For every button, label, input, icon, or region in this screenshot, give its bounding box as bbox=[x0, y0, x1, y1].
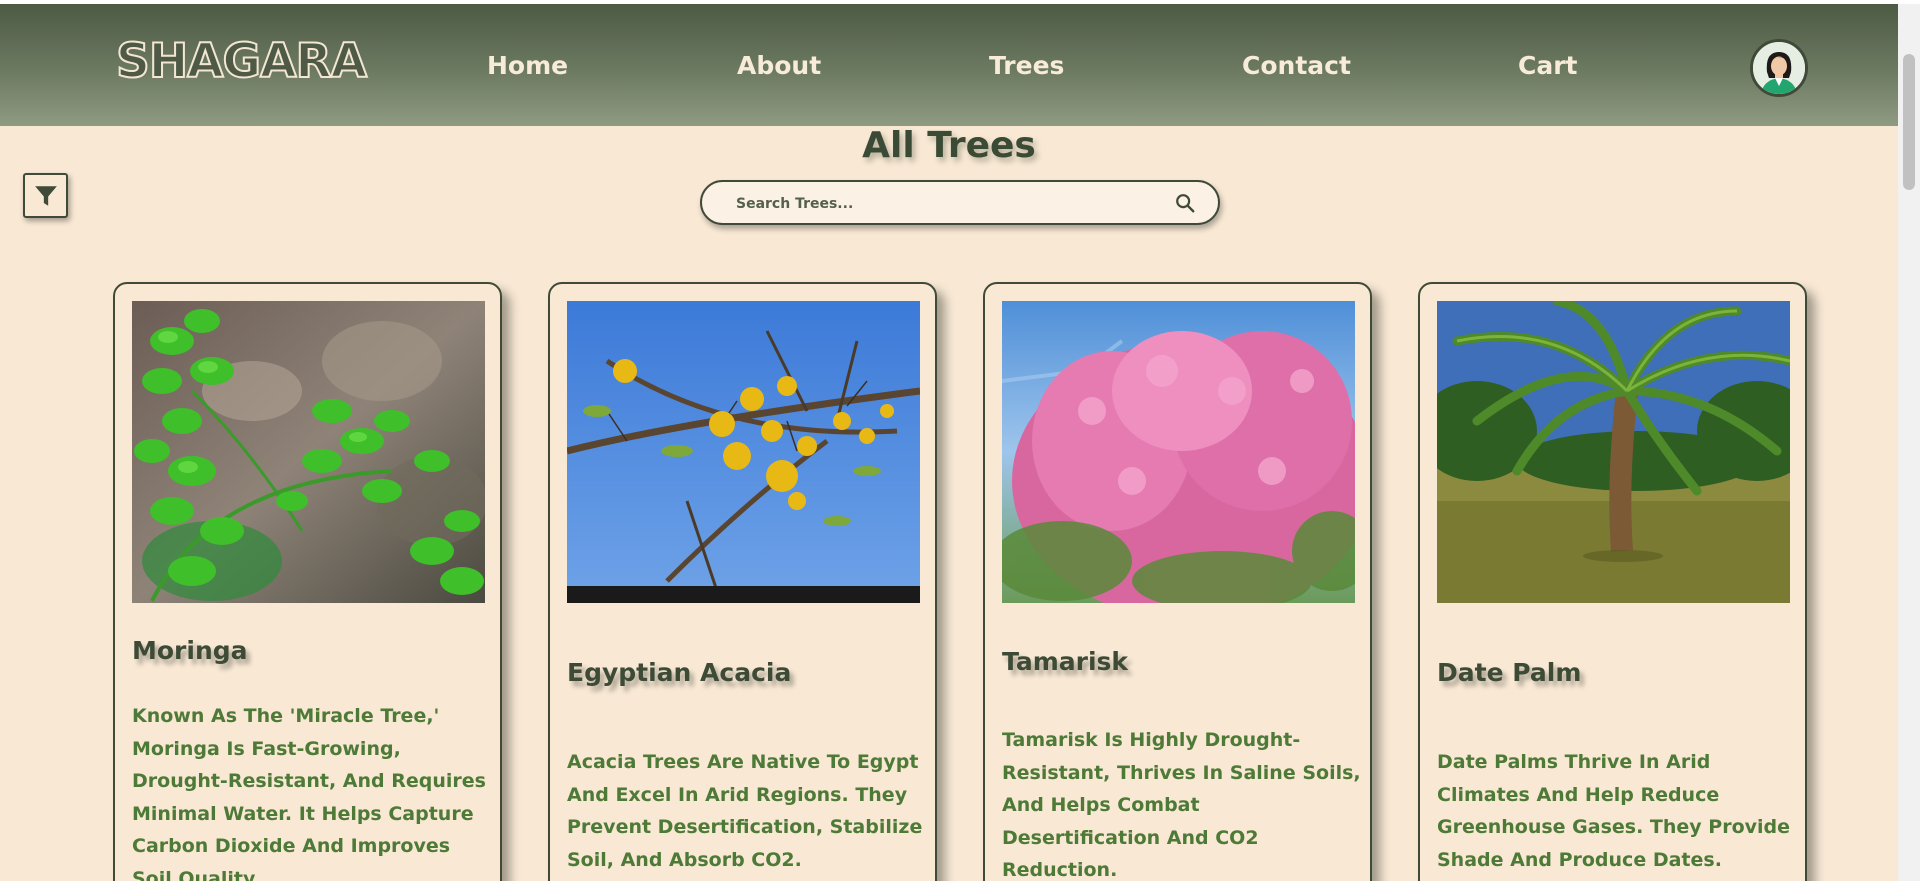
tree-description: Acacia Trees Are Native To Egypt And Exc… bbox=[567, 751, 923, 871]
tamarisk-image bbox=[1002, 301, 1355, 603]
logo[interactable]: SHAGARA bbox=[115, 33, 368, 90]
user-avatar-icon bbox=[1753, 42, 1805, 94]
user-avatar[interactable] bbox=[1750, 39, 1808, 97]
tree-name: Egyptian Acacia bbox=[567, 658, 792, 687]
nav-home[interactable]: Home bbox=[487, 51, 568, 80]
nav-cart[interactable]: Cart bbox=[1518, 51, 1578, 80]
tree-name: Date Palm bbox=[1437, 658, 1582, 687]
page-title: All Trees bbox=[862, 125, 1036, 166]
tree-description: Tamarisk Is Highly Drought-Resistant, Th… bbox=[1002, 729, 1361, 881]
moringa-image bbox=[132, 301, 485, 603]
filter-button[interactable] bbox=[23, 173, 68, 218]
tree-description: Known As The 'Miracle Tree,' Moringa Is … bbox=[132, 705, 486, 881]
search-icon[interactable] bbox=[1174, 192, 1196, 214]
filter-icon bbox=[34, 185, 57, 206]
tree-card-date-palm[interactable]: Date Palm Date Palms Thrive In Arid Clim… bbox=[1418, 282, 1807, 881]
nav-about[interactable]: About bbox=[737, 51, 821, 80]
tree-name: Tamarisk bbox=[1002, 647, 1129, 676]
tree-name: Moringa bbox=[132, 636, 248, 665]
nav-trees[interactable]: Trees bbox=[989, 51, 1064, 80]
date-palm-image bbox=[1437, 301, 1790, 603]
tree-description: Date Palms Thrive In Arid Climates And H… bbox=[1437, 751, 1791, 871]
page-scrollbar[interactable] bbox=[1898, 4, 1920, 881]
nav-contact[interactable]: Contact bbox=[1242, 51, 1351, 80]
search-bar bbox=[700, 180, 1220, 225]
tree-card-moringa[interactable]: Moringa Known As The 'Miracle Tree,' Mor… bbox=[113, 282, 502, 881]
scrollbar-thumb[interactable] bbox=[1903, 54, 1915, 190]
tree-card-egyptian-acacia[interactable]: Egyptian Acacia Acacia Trees Are Native … bbox=[548, 282, 937, 881]
search-input[interactable] bbox=[736, 192, 1136, 216]
tree-card-tamarisk[interactable]: Tamarisk Tamarisk Is Highly Drought-Resi… bbox=[983, 282, 1372, 881]
navbar: SHAGARA Home About Trees Contact Cart bbox=[0, 4, 1898, 126]
acacia-image bbox=[567, 301, 920, 603]
